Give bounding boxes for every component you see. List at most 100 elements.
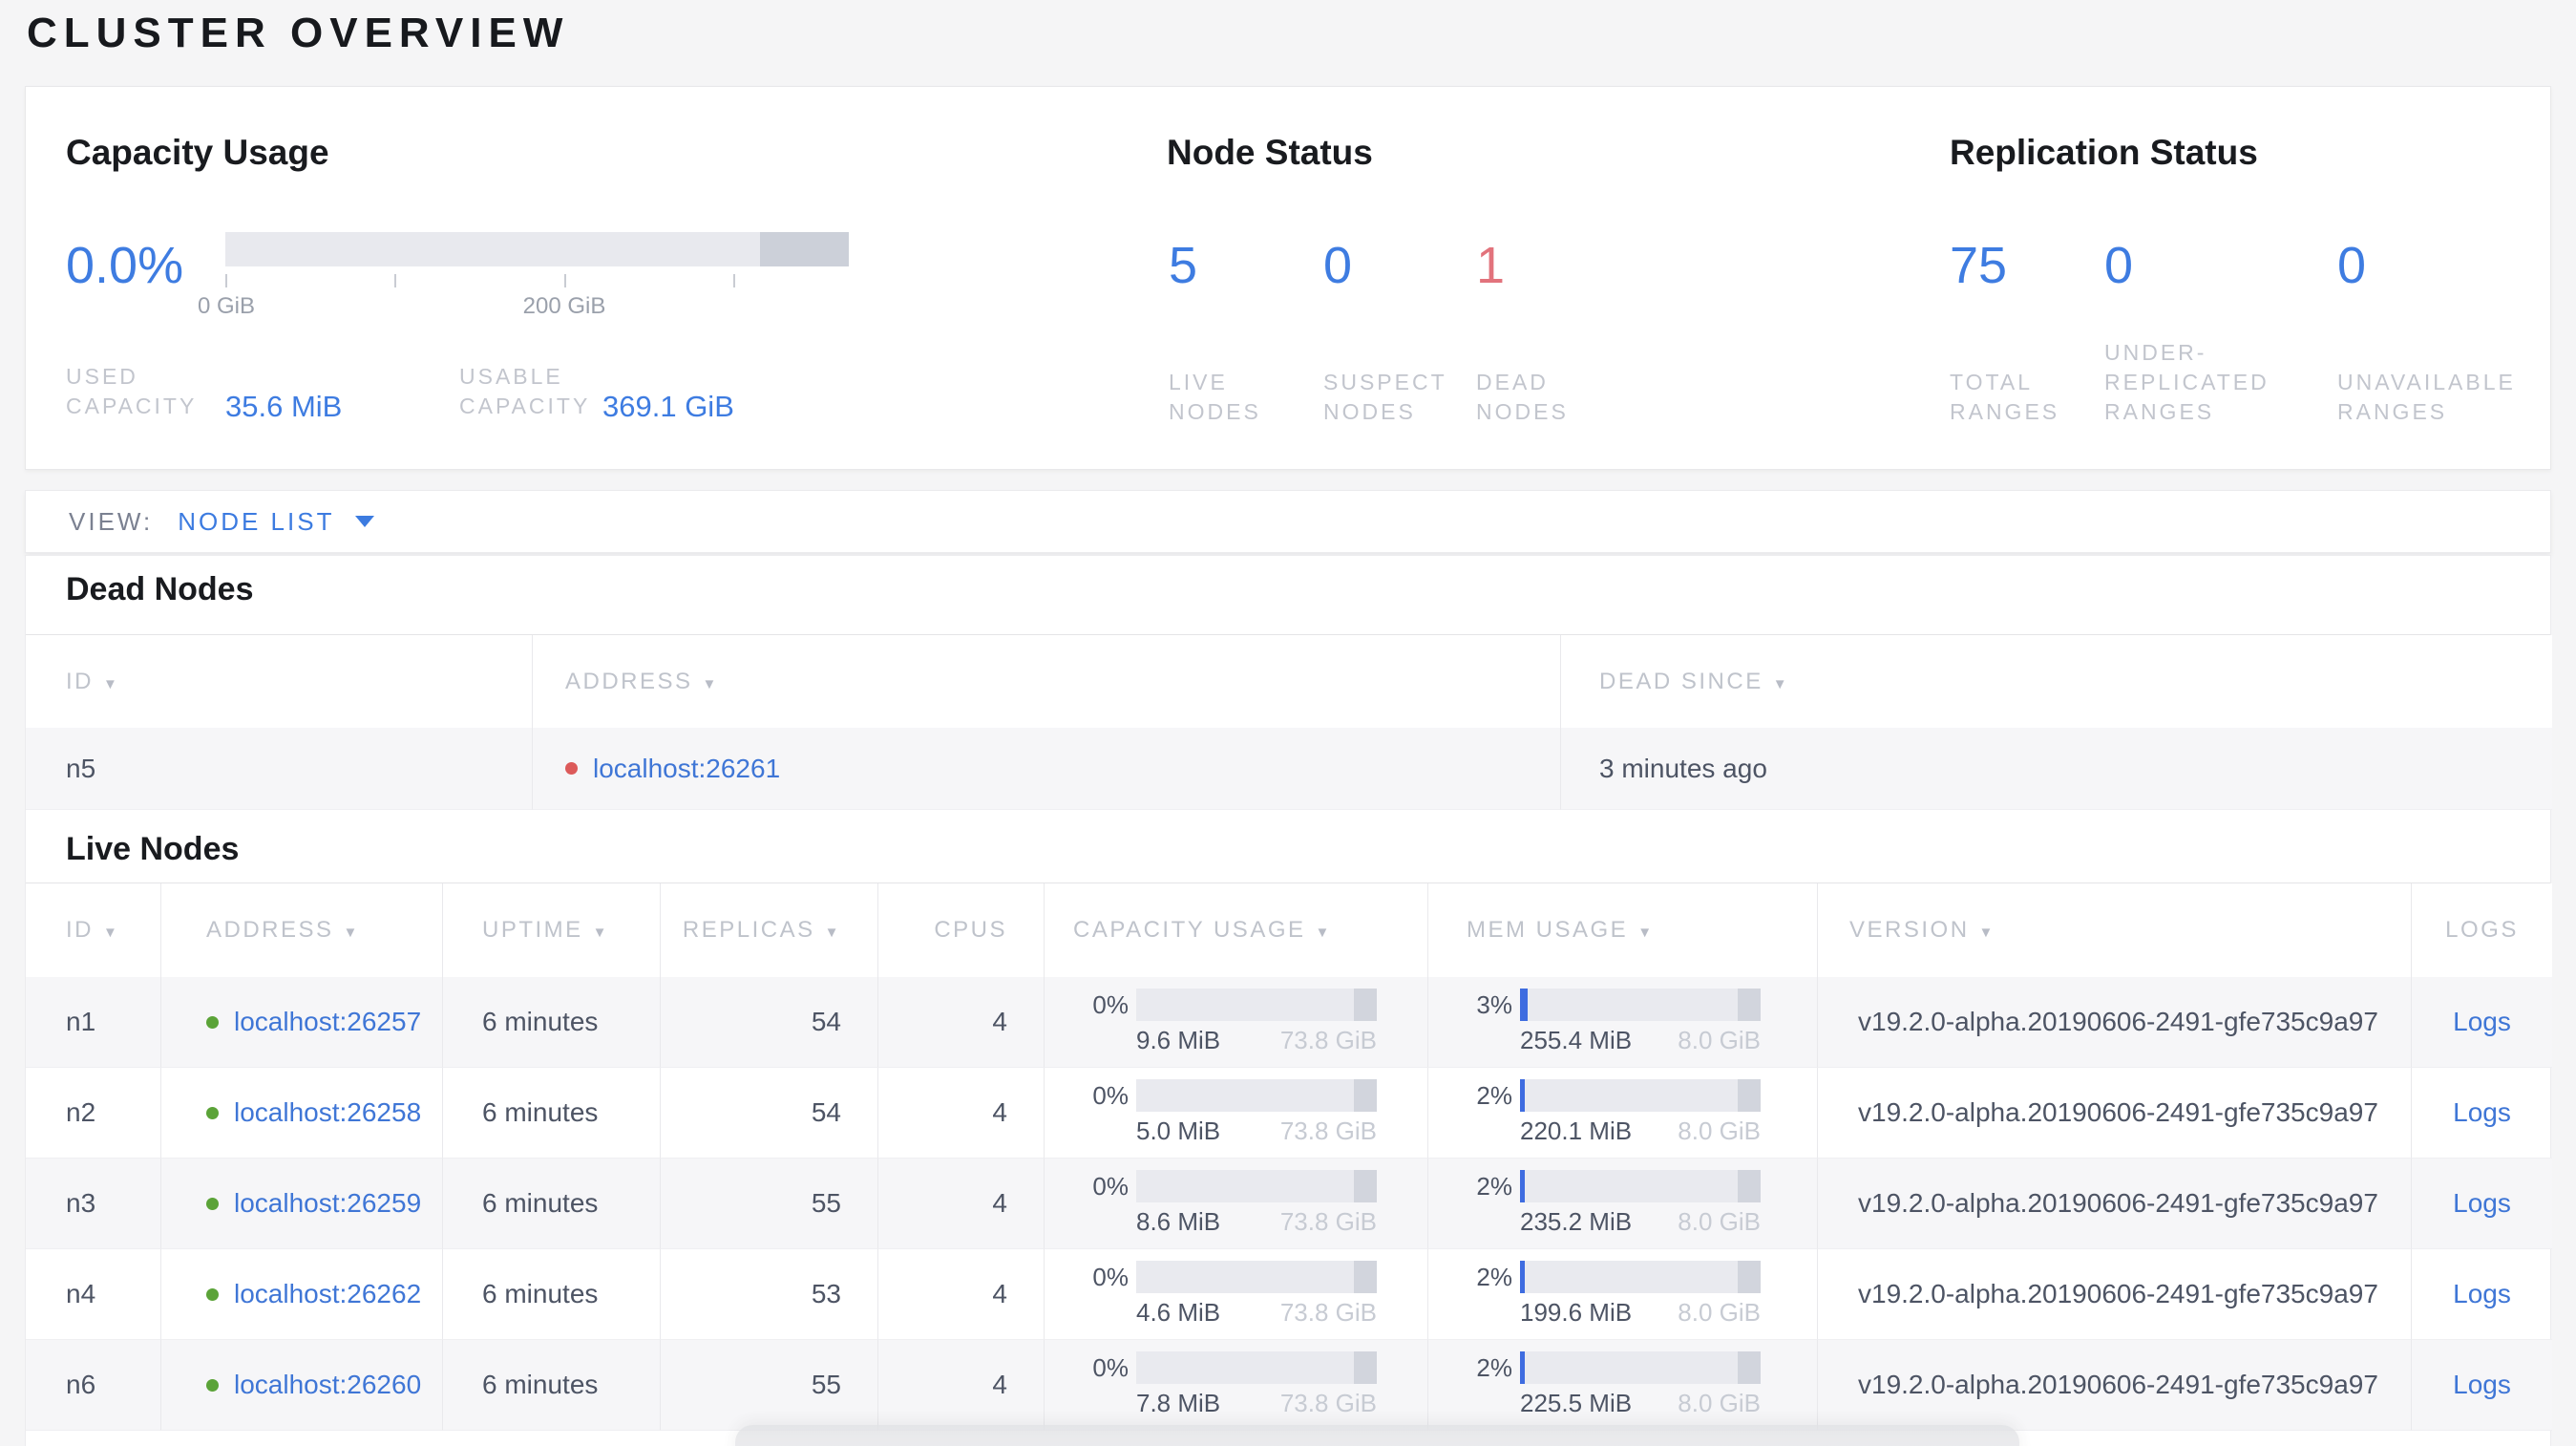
logs-link[interactable]: Logs [2453, 1370, 2511, 1400]
col-header-uptime[interactable]: UPTIME [442, 883, 660, 977]
node-capacity-usage-cell: 0% 7.8 MiB 73.8 GiB [1044, 1340, 1427, 1431]
mem-minibar [1520, 1079, 1761, 1112]
used-capacity-label: USED CAPACITY [66, 364, 198, 418]
suspect-nodes-count: 0 [1323, 237, 1353, 294]
page-title: CLUSTER OVERVIEW [27, 10, 570, 56]
capacity-used-percent: 0.0% [66, 237, 184, 294]
capacity-minibar-reserved [1354, 989, 1377, 1021]
mem-used-value: 255.4 MiB [1520, 1026, 1633, 1054]
sort-desc-icon [703, 669, 719, 695]
node-logs-cell: Logs [2411, 1249, 2552, 1340]
col-header-mem-usage-label: MEM USAGE [1467, 917, 1629, 943]
node-capacity-usage-cell: 0% 9.6 MiB 73.8 GiB [1044, 977, 1427, 1068]
dead-node-address-link[interactable]: localhost:26261 [593, 754, 780, 784]
live-status-dot-icon [206, 1287, 219, 1301]
capacity-used-value: 7.8 MiB [1136, 1389, 1221, 1417]
node-id-cell: n3 [26, 1159, 160, 1249]
live-nodes-header-row: ID ADDRESS UPTIME REPLICAS CPUS CAPACITY… [26, 882, 2552, 977]
sort-desc-icon [344, 917, 360, 944]
capacity-total-value: 73.8 GiB [1279, 1389, 1377, 1417]
col-header-address[interactable]: ADDRESS [160, 883, 442, 977]
total-ranges-label: TOTAL RANGES [1950, 370, 2060, 424]
cluster-summary-card: Capacity Usage 0.0% 0 GiB 200 GiB USED C… [25, 86, 2551, 470]
node-mem-usage-cell: 2% 220.1 MiB 8.0 GiB [1427, 1068, 1817, 1159]
capacity-minibar-reserved [1354, 1170, 1377, 1202]
node-address-link[interactable]: localhost:26257 [234, 1007, 421, 1037]
col-header-replicas[interactable]: REPLICAS [660, 883, 877, 977]
col-header-address-label: ADDRESS [206, 917, 334, 943]
sort-desc-icon [825, 917, 841, 944]
node-logs-cell: Logs [2411, 1159, 2552, 1249]
dead-col-header-id-label: ID [66, 668, 94, 694]
capacity-percent: 0% [1092, 989, 1129, 1019]
mem-minibar [1520, 1170, 1761, 1202]
bottom-scroll-shadow [735, 1425, 2019, 1446]
chevron-down-icon [355, 516, 375, 527]
logs-link[interactable]: Logs [2453, 1188, 2511, 1219]
mem-minibar-reserved [1738, 1079, 1761, 1112]
mem-used-value: 235.2 MiB [1520, 1207, 1633, 1236]
mem-minibar [1520, 1261, 1761, 1293]
usable-capacity-label: USABLE CAPACITY [459, 364, 591, 418]
live-node-row: n6 localhost:26260 6 minutes 55 4 0% 7.8… [26, 1340, 2552, 1431]
live-status-dot-icon [206, 1106, 219, 1119]
unavailable-ranges-label: UNAVAILABLE RANGES [2337, 370, 2516, 424]
sort-desc-icon [593, 917, 609, 944]
view-label: VIEW: [69, 506, 154, 536]
capacity-used-value: 4.6 MiB [1136, 1298, 1221, 1327]
capacity-used-value: 9.6 MiB [1136, 1026, 1221, 1054]
logs-link[interactable]: Logs [2453, 1097, 2511, 1128]
capacity-minibar [1136, 1261, 1377, 1293]
node-address-link[interactable]: localhost:26260 [234, 1370, 421, 1400]
mem-minibar-reserved [1738, 1261, 1761, 1293]
col-header-id[interactable]: ID [26, 883, 160, 977]
mem-used-value: 225.5 MiB [1520, 1389, 1633, 1417]
dead-col-header-id[interactable]: ID [26, 635, 532, 728]
node-address-link[interactable]: localhost:26259 [234, 1188, 421, 1219]
capacity-minibar-reserved [1354, 1351, 1377, 1384]
live-nodes-label: LIVE NODES [1169, 370, 1261, 424]
nodes-section: Dead Nodes ID ADDRESS DEAD SINCE n5 loca… [25, 555, 2552, 1446]
node-address-cell: localhost:26262 [160, 1249, 442, 1340]
usable-capacity-value: 369.1 GiB [602, 390, 734, 423]
mem-total-value: 8.0 GiB [1678, 1116, 1761, 1145]
dead-col-header-dead-since[interactable]: DEAD SINCE [1560, 635, 2552, 728]
node-capacity-usage-cell: 0% 8.6 MiB 73.8 GiB [1044, 1159, 1427, 1249]
node-address-cell: localhost:26260 [160, 1340, 442, 1431]
node-address-cell: localhost:26257 [160, 977, 442, 1068]
dead-node-id-cell: n5 [26, 728, 532, 810]
dead-nodes-count: 1 [1476, 237, 1506, 294]
view-selector-bar: VIEW: NODE LIST [25, 490, 2551, 553]
logs-link[interactable]: Logs [2453, 1007, 2511, 1037]
capacity-minibar-reserved [1354, 1261, 1377, 1293]
dead-col-header-address[interactable]: ADDRESS [532, 635, 1560, 728]
total-ranges-count: 75 [1950, 237, 2008, 294]
node-address-link[interactable]: localhost:26262 [234, 1279, 421, 1309]
capacity-total-value: 73.8 GiB [1279, 1298, 1377, 1327]
dead-node-address-cell: localhost:26261 [532, 728, 1560, 810]
node-cpus-cell: 4 [877, 1340, 1044, 1431]
view-dropdown[interactable]: NODE LIST [178, 507, 375, 537]
capacity-total-value: 73.8 GiB [1279, 1026, 1377, 1054]
node-cpus-cell: 4 [877, 1249, 1044, 1340]
node-address-link[interactable]: localhost:26258 [234, 1097, 421, 1128]
node-replicas-cell: 54 [660, 977, 877, 1068]
sort-desc-icon [1316, 917, 1332, 944]
capacity-minibar [1136, 1170, 1377, 1202]
usable-capacity-legend: USABLE CAPACITY 369.1 GiB [459, 362, 734, 423]
live-status-dot-icon [206, 1197, 219, 1210]
axis-label-200gib: 200 GiB [522, 293, 606, 319]
mem-percent: 2% [1476, 1080, 1512, 1110]
col-header-version[interactable]: VERSION [1817, 883, 2411, 977]
sort-desc-icon [1979, 917, 1995, 944]
node-address-cell: localhost:26258 [160, 1068, 442, 1159]
col-header-capacity-usage-label: CAPACITY USAGE [1073, 917, 1306, 943]
mem-minibar-reserved [1738, 1351, 1761, 1384]
node-uptime-cell: 6 minutes [442, 1340, 660, 1431]
col-header-capacity-usage[interactable]: CAPACITY USAGE [1044, 883, 1427, 977]
axis-tick-300 [733, 274, 735, 287]
mem-minibar [1520, 989, 1761, 1021]
logs-link[interactable]: Logs [2453, 1279, 2511, 1309]
capacity-minibar [1136, 989, 1377, 1021]
col-header-mem-usage[interactable]: MEM USAGE [1427, 883, 1817, 977]
